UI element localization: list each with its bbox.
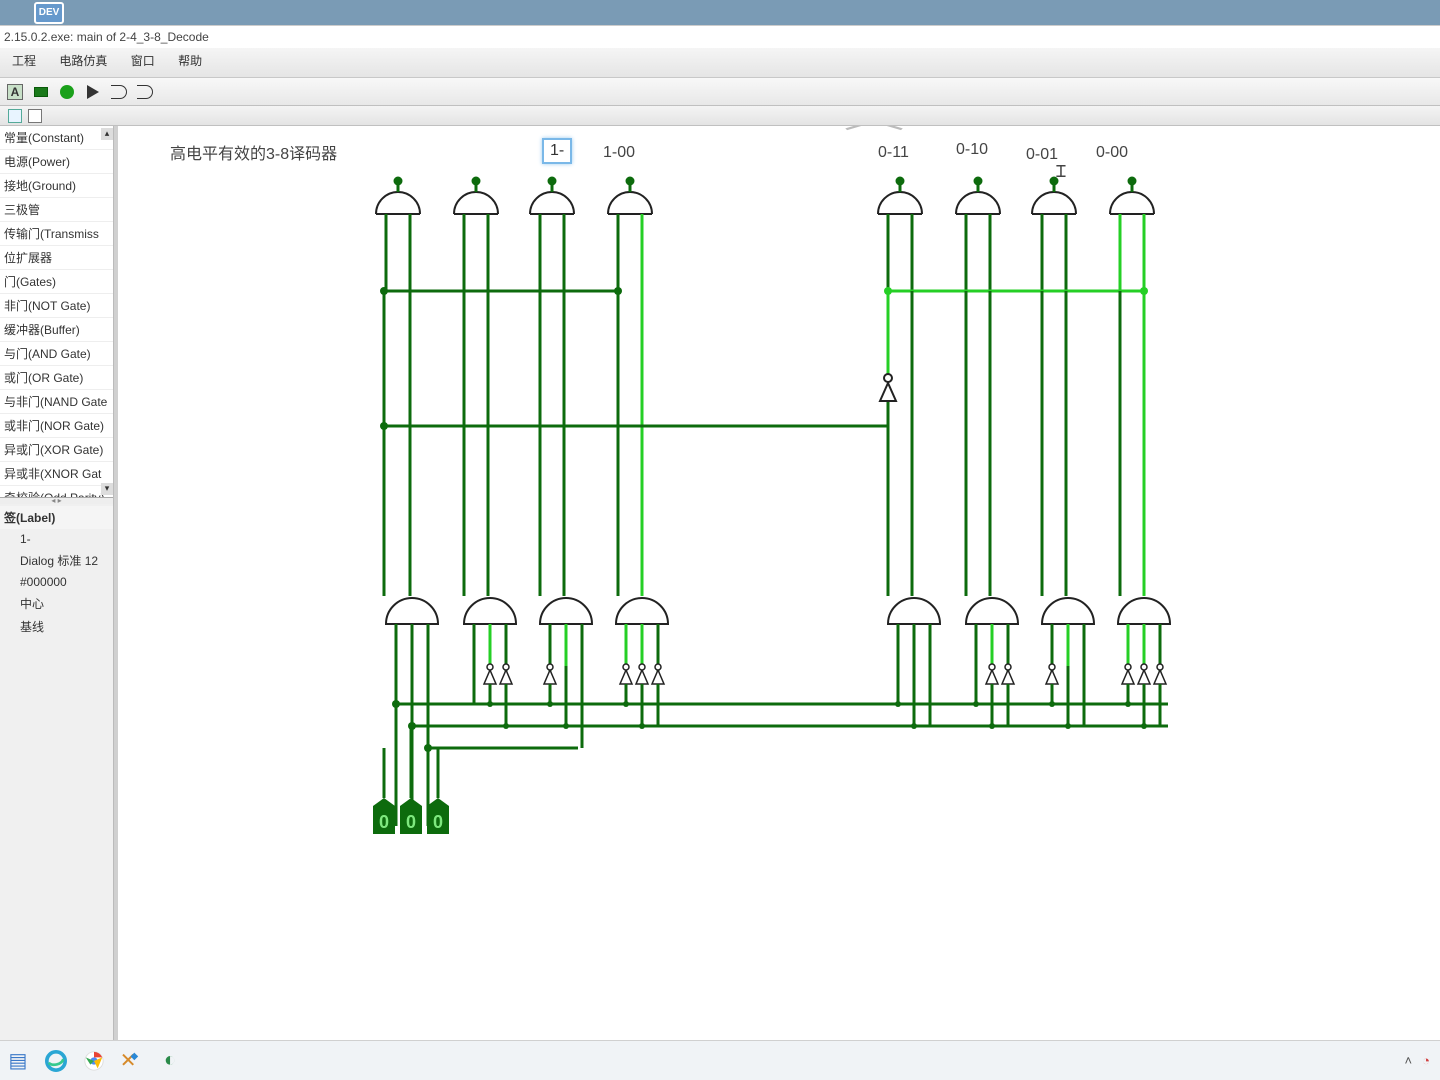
- comp-constant[interactable]: 常量(Constant): [0, 126, 113, 150]
- taskbar: ▤ ✕◆ ◐ ˄ ◔: [0, 1040, 1440, 1080]
- scroll-up-icon[interactable]: ▴: [101, 128, 113, 140]
- svg-text:0: 0: [406, 812, 416, 832]
- comp-extender[interactable]: 位扩展器: [0, 246, 113, 270]
- taskbar-icon-chrome[interactable]: [80, 1047, 108, 1075]
- menu-help[interactable]: 帮助: [168, 48, 212, 74]
- tray-notification-icon[interactable]: ◔: [1422, 1053, 1430, 1068]
- view-icon-1[interactable]: [8, 109, 22, 123]
- svg-text:0: 0: [379, 812, 389, 832]
- comp-nor[interactable]: 或非门(NOR Gate): [0, 414, 113, 438]
- menu-project[interactable]: 工程: [2, 48, 46, 74]
- comp-transmission[interactable]: 传输门(Transmiss: [0, 222, 113, 246]
- taskbar-icon-explorer[interactable]: ▤: [4, 1047, 32, 1075]
- comp-xnor[interactable]: 异或非(XNOR Gat: [0, 462, 113, 486]
- toolbar-and-gate[interactable]: [108, 81, 130, 103]
- toolbar-chip[interactable]: [30, 81, 52, 103]
- tray-chevron-icon[interactable]: ˄: [1405, 1053, 1413, 1068]
- svg-text:0: 0: [433, 812, 443, 832]
- component-list[interactable]: ▴ 常量(Constant) 电源(Power) 接地(Ground) 三极管 …: [0, 126, 113, 498]
- app-window: 2.15.0.2.exe: main of 2-4_3-8_Decode 工程 …: [0, 25, 1440, 1040]
- scroll-down-icon[interactable]: ▾: [101, 483, 113, 495]
- circuit-svg: 0 0 0: [118, 126, 1438, 1026]
- toolbar-buffer[interactable]: [82, 81, 104, 103]
- comp-xor[interactable]: 异或门(XOR Gate): [0, 438, 113, 462]
- comp-nand[interactable]: 与非门(NAND Gate: [0, 390, 113, 414]
- menu-bar: 工程 电路仿真 窗口 帮助: [0, 48, 1440, 78]
- comp-parity[interactable]: 奇校验(Odd Parity): [0, 486, 113, 498]
- prop-text[interactable]: 1-: [0, 529, 113, 549]
- sidebar: ▴ 常量(Constant) 电源(Power) 接地(Ground) 三极管 …: [0, 126, 114, 1040]
- taskbar-icon-edge[interactable]: [42, 1047, 70, 1075]
- menu-window[interactable]: 窗口: [121, 48, 165, 74]
- taskbar-icon-tools[interactable]: ✕◆: [118, 1047, 146, 1075]
- comp-transistor[interactable]: 三极管: [0, 198, 113, 222]
- comp-buffer[interactable]: 缓冲器(Buffer): [0, 318, 113, 342]
- window-title: 2.15.0.2.exe: main of 2-4_3-8_Decode: [0, 26, 1440, 48]
- prop-color[interactable]: #000000: [0, 572, 113, 592]
- property-panel: 签(Label) 1- Dialog 标准 12 #000000 中心 基线: [0, 504, 113, 640]
- taskbar-icon-app[interactable]: ◐: [156, 1047, 184, 1075]
- toolbar-or-gate[interactable]: [134, 81, 156, 103]
- desktop-shortcut[interactable]: DEV: [34, 2, 64, 24]
- prop-halign[interactable]: 中心: [0, 592, 113, 615]
- comp-ground[interactable]: 接地(Ground): [0, 174, 113, 198]
- toolbar-led[interactable]: [56, 81, 78, 103]
- circuit-canvas[interactable]: 高电平有效的3-8译码器 1- 1-00 ︿ 0-11 0-10 0-01 0-…: [114, 126, 1440, 1040]
- comp-gates[interactable]: 门(Gates): [0, 270, 113, 294]
- prop-valign[interactable]: 基线: [0, 615, 113, 638]
- toolbar: A: [0, 78, 1440, 106]
- comp-not[interactable]: 非门(NOT Gate): [0, 294, 113, 318]
- view-icon-2[interactable]: [28, 109, 42, 123]
- toolbar-label-A[interactable]: A: [4, 81, 26, 103]
- property-title: 签(Label): [0, 506, 113, 529]
- comp-power[interactable]: 电源(Power): [0, 150, 113, 174]
- prop-font[interactable]: Dialog 标准 12: [0, 549, 113, 572]
- menu-simulate[interactable]: 电路仿真: [49, 48, 117, 74]
- comp-or[interactable]: 或门(OR Gate): [0, 366, 113, 390]
- comp-and[interactable]: 与门(AND Gate): [0, 342, 113, 366]
- secondary-toolbar: [0, 106, 1440, 126]
